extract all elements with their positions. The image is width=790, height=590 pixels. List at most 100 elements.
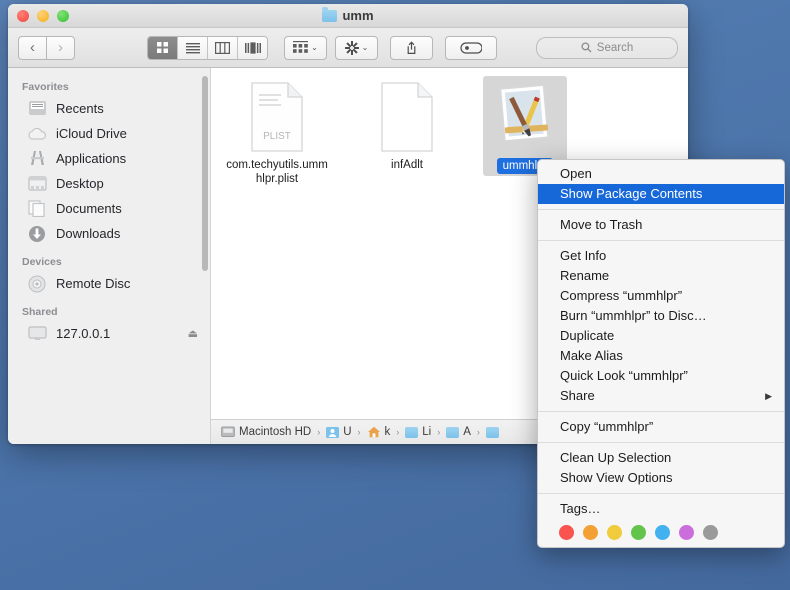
sidebar-item-recents[interactable]: Recents: [8, 96, 210, 121]
plist-file-icon: PLIST: [250, 80, 304, 154]
documents-icon: [27, 200, 47, 218]
folder-icon: [446, 426, 460, 438]
tag-color-red[interactable]: [559, 525, 574, 540]
breadcrumb-item-macintosh-hd[interactable]: Macintosh HD: [221, 426, 311, 438]
icon-view-button[interactable]: [148, 36, 178, 59]
menu-item-move-to-trash[interactable]: Move to Trash: [538, 215, 784, 235]
menu-item-show-view-options[interactable]: Show View Options: [538, 468, 784, 488]
menu-item-tags[interactable]: Tags…: [538, 499, 784, 519]
sidebar-item-downloads[interactable]: Downloads: [8, 221, 210, 246]
toolbar: ‹ › ⌄ ⌄ Search: [8, 28, 688, 68]
arrange-button[interactable]: ⌄: [284, 35, 327, 60]
chevron-down-icon: ⌄: [361, 43, 369, 52]
menu-item-label: Share: [560, 388, 595, 403]
sidebar-item-127-0-0-1[interactable]: 127.0.0.1 ⏏: [8, 321, 210, 346]
breadcrumb-label: k: [384, 426, 391, 438]
sidebar-item-label: Desktop: [56, 176, 104, 191]
tag-color-gray[interactable]: [703, 525, 718, 540]
sidebar-item-label: Applications: [56, 151, 127, 166]
applications-icon: [27, 150, 47, 168]
sidebar-item-documents[interactable]: Documents: [8, 196, 210, 221]
action-button[interactable]: ⌄: [335, 35, 378, 60]
file-item-label: com.techyutils.ummhlpr.plist: [226, 159, 328, 185]
breadcrumb-label: U: [343, 426, 352, 438]
forward-button[interactable]: ›: [46, 35, 75, 60]
breadcrumb-separator: ›: [476, 427, 480, 437]
sidebar-section-favorites: Favorites: [22, 81, 69, 93]
file-item-label: infAdlt: [391, 159, 423, 171]
sidebar-section-devices: Devices: [22, 256, 62, 268]
menu-item-show-package-contents[interactable]: Show Package Contents: [538, 184, 784, 204]
downloads-icon: [27, 225, 47, 243]
sidebar-section-shared: Shared: [22, 306, 58, 318]
share-button[interactable]: [390, 35, 433, 60]
screen-icon: [27, 325, 47, 343]
menu-item-quick-look[interactable]: Quick Look “ummhlpr”: [538, 366, 784, 386]
menu-item-get-info[interactable]: Get Info: [538, 246, 784, 266]
tag-color-yellow[interactable]: [607, 525, 622, 540]
menu-item-compress[interactable]: Compress “ummhlpr”: [538, 286, 784, 306]
list-view-button[interactable]: [178, 36, 208, 59]
home-icon: [367, 426, 380, 438]
recents-icon: [27, 100, 47, 118]
sidebar-item-desktop[interactable]: Desktop: [8, 171, 210, 196]
breadcrumb-item-home[interactable]: k: [367, 426, 391, 438]
sidebar-item-icloud-drive[interactable]: iCloud Drive: [8, 121, 210, 146]
sidebar-item-label: iCloud Drive: [56, 126, 127, 141]
folder-icon: [405, 426, 419, 438]
menu-item-make-alias[interactable]: Make Alias: [538, 346, 784, 366]
breadcrumb-label: Li: [422, 426, 432, 438]
menu-separator: [538, 411, 784, 412]
breadcrumb-item-users[interactable]: U: [326, 426, 352, 438]
chevron-down-icon: ⌄: [311, 43, 318, 52]
search-icon: [581, 42, 592, 53]
menu-item-open[interactable]: Open: [538, 164, 784, 184]
sidebar-item-label: Documents: [56, 201, 122, 216]
menu-item-share[interactable]: Share ▶: [538, 386, 784, 406]
folder-icon: [322, 7, 338, 22]
sidebar-item-label: 127.0.0.1: [56, 326, 111, 341]
sidebar-scrollbar[interactable]: [202, 76, 208, 271]
tag-color-row: [538, 519, 784, 540]
menu-item-clean-up-selection[interactable]: Clean Up Selection: [538, 448, 784, 468]
gallery-view-button[interactable]: [238, 36, 267, 59]
breadcrumb-separator: ›: [396, 427, 400, 437]
search-placeholder: Search: [596, 41, 634, 54]
tag-color-blue[interactable]: [655, 525, 670, 540]
menu-item-rename[interactable]: Rename: [538, 266, 784, 286]
menu-item-duplicate[interactable]: Duplicate: [538, 326, 784, 346]
menu-separator: [538, 442, 784, 443]
search-input[interactable]: Search: [536, 36, 678, 59]
window-titlebar: umm: [8, 4, 688, 28]
file-item-plist[interactable]: PLIST com.techyutils.ummhlpr.plist: [223, 76, 331, 186]
column-view-button[interactable]: [208, 36, 238, 59]
breadcrumb-item-library[interactable]: Li: [405, 426, 431, 438]
breadcrumb-separator: ›: [317, 427, 321, 437]
breadcrumb-separator: ›: [437, 427, 441, 437]
tag-color-orange[interactable]: [583, 525, 598, 540]
sidebar-item-applications[interactable]: Applications: [8, 146, 210, 171]
tags-button[interactable]: [445, 35, 497, 60]
back-button[interactable]: ‹: [18, 35, 46, 60]
breadcrumb-separator: ›: [357, 427, 361, 437]
breadcrumb-item-a[interactable]: A: [446, 426, 471, 438]
tag-color-purple[interactable]: [679, 525, 694, 540]
harddisk-icon: [221, 426, 235, 437]
app-bundle-icon: [492, 80, 558, 154]
breadcrumb-label: A: [463, 426, 471, 438]
sidebar-item-label: Remote Disc: [56, 276, 131, 291]
svg-text:PLIST: PLIST: [263, 131, 291, 142]
sidebar-item-remote-disc[interactable]: Remote Disc: [8, 271, 210, 296]
file-item-infadlt[interactable]: infAdlt: [353, 76, 461, 172]
view-mode-segmented-control: [147, 35, 268, 60]
breadcrumb-item-last[interactable]: [485, 426, 503, 438]
menu-item-burn-to-disc[interactable]: Burn “ummhlpr” to Disc…: [538, 306, 784, 326]
submenu-arrow-icon: ▶: [765, 391, 772, 401]
menu-separator: [538, 240, 784, 241]
tag-color-green[interactable]: [631, 525, 646, 540]
context-menu: Open Show Package Contents Move to Trash…: [537, 159, 785, 548]
eject-icon[interactable]: ⏏: [188, 327, 198, 340]
cloud-icon: [27, 125, 47, 143]
menu-item-copy[interactable]: Copy “ummhlpr”: [538, 417, 784, 437]
disc-icon: [27, 275, 47, 293]
